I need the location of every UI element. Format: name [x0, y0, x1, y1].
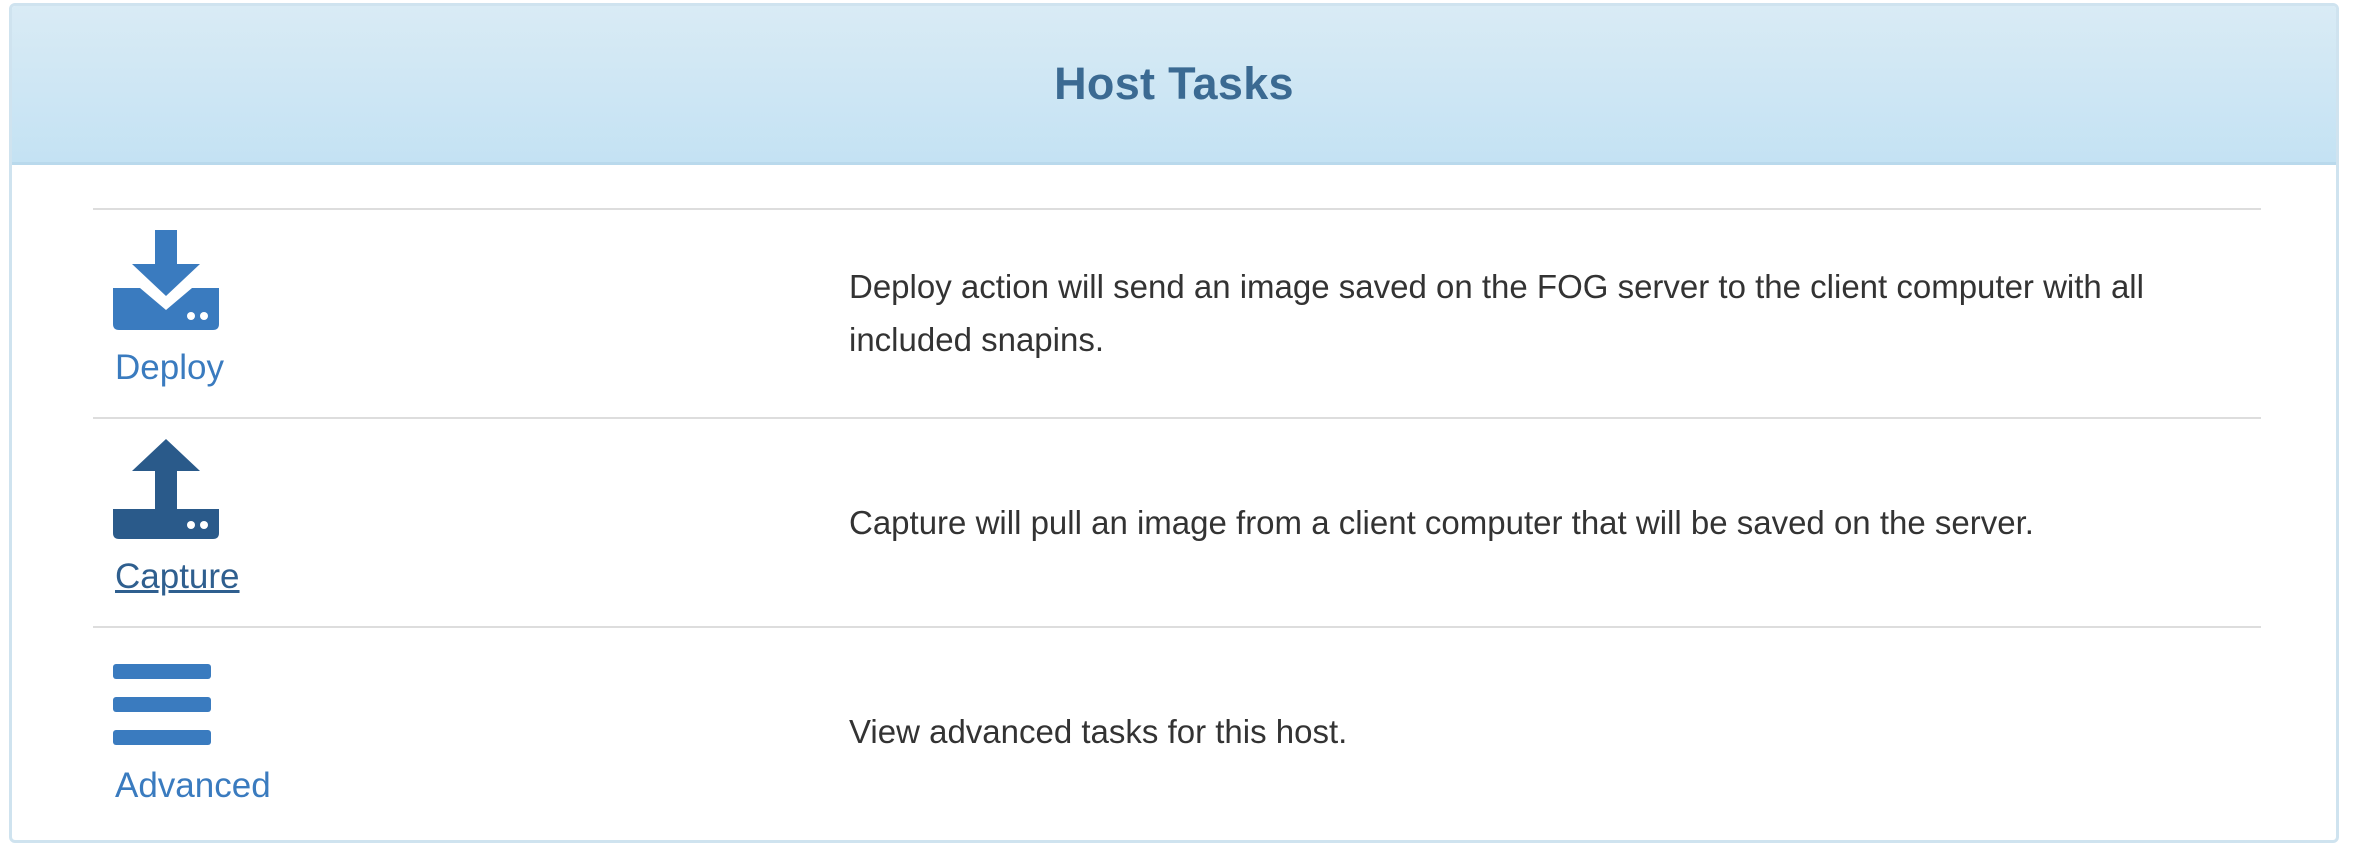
deploy-label[interactable]: Deploy: [115, 348, 224, 388]
upload-drive-icon[interactable]: [113, 439, 219, 545]
task-row-advanced: Advanced View advanced tasks for this ho…: [93, 626, 2261, 835]
capture-description: Capture will pull an image from a client…: [849, 504, 2034, 541]
task-row-deploy: Deploy Deploy action will send an image …: [93, 208, 2261, 417]
advanced-description: View advanced tasks for this host.: [849, 713, 1348, 750]
download-drive-icon[interactable]: [113, 230, 219, 336]
task-row-capture: Capture Capture will pull an image from …: [93, 417, 2261, 626]
advanced-action[interactable]: Advanced: [93, 628, 793, 835]
host-tasks-panel: Host Tasks Deploy Deploy action will sen…: [9, 3, 2339, 843]
advanced-label[interactable]: Advanced: [115, 766, 271, 806]
capture-label[interactable]: Capture: [115, 557, 240, 597]
panel-title: Host Tasks: [1054, 58, 1294, 109]
deploy-action[interactable]: Deploy: [93, 210, 793, 417]
task-table: Deploy Deploy action will send an image …: [93, 208, 2261, 835]
capture-action[interactable]: Capture: [93, 419, 793, 626]
menu-bars-icon[interactable]: [113, 648, 219, 754]
panel-header: Host Tasks: [12, 6, 2336, 165]
deploy-description: Deploy action will send an image saved o…: [849, 268, 2144, 358]
